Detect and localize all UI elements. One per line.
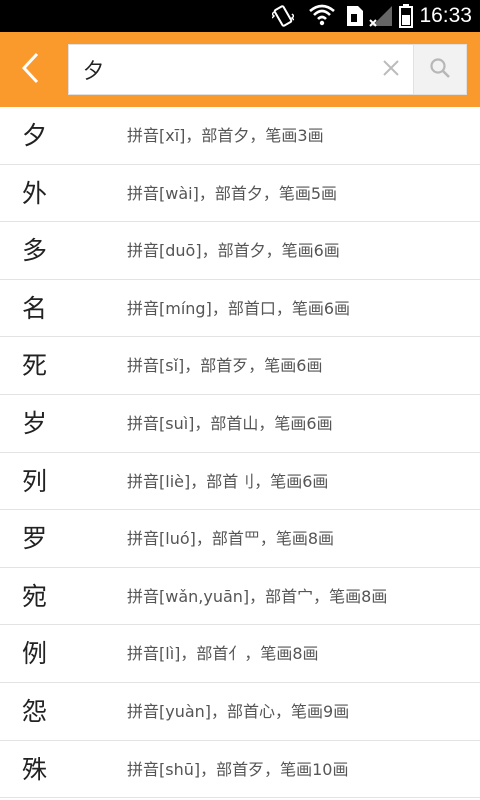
- list-item-desc: 拼音[liè]，部首刂，笔画6画: [127, 471, 329, 491]
- wifi-icon: [309, 4, 335, 30]
- list-item-char: 殊: [22, 754, 48, 784]
- search-box: [68, 44, 467, 95]
- list-item-char: 名: [22, 293, 48, 323]
- sim-card-icon: [345, 4, 365, 32]
- list-item-desc: 拼音[shū]，部首歹，笔画10画: [127, 759, 349, 779]
- list-item-desc: 拼音[yuàn]，部首心，笔画9画: [127, 701, 350, 721]
- list-item-char: 岁: [22, 408, 48, 438]
- list-item[interactable]: 岁 拼音[suì]，部首山，笔画6画: [0, 395, 480, 453]
- list-item-char: 列: [22, 466, 48, 496]
- list-item[interactable]: 怨 拼音[yuàn]，部首心，笔画9画: [0, 683, 480, 741]
- list-item[interactable]: 名 拼音[míng]，部首口，笔画6画: [0, 280, 480, 338]
- list-item-desc: 拼音[wài]，部首夕，笔画5画: [127, 183, 338, 203]
- list-item[interactable]: 多 拼音[duō]，部首夕，笔画6画: [0, 222, 480, 280]
- status-bar: 16:33: [0, 0, 480, 32]
- list-item-char: 夕: [22, 121, 48, 150]
- list-item-char: 怨: [22, 696, 48, 726]
- list-item-desc: 拼音[duō]，部首夕，笔画6画: [127, 241, 340, 261]
- battery-icon: [399, 4, 413, 32]
- list-item[interactable]: 例 拼音[lì]，部首亻，笔画8画: [0, 625, 480, 683]
- search-input[interactable]: [69, 45, 369, 94]
- magnifier-icon: [429, 57, 451, 83]
- list-item-char: 宛: [22, 581, 48, 611]
- result-list: 夕 拼音[xī]，部首夕，笔画3画 外 拼音[wài]，部首夕，笔画5画 多 拼…: [0, 107, 480, 800]
- list-item-desc: 拼音[lì]，部首亻，笔画8画: [127, 644, 319, 664]
- list-item-desc: 拼音[luó]，部首罒，笔画8画: [127, 529, 335, 549]
- list-item[interactable]: 殊 拼音[shū]，部首歹，笔画10画: [0, 741, 480, 799]
- list-item[interactable]: 夕 拼音[xī]，部首夕，笔画3画: [0, 107, 480, 165]
- list-item[interactable]: 死 拼音[sǐ]，部首歹，笔画6画: [0, 337, 480, 395]
- close-icon: [382, 59, 400, 81]
- clock: 16:33: [419, 4, 472, 27]
- list-item-desc: 拼音[wǎn,yuān]，部首宀，笔画8画: [127, 586, 388, 606]
- signal-icon: [368, 4, 394, 32]
- list-item-desc: 拼音[sǐ]，部首歹，笔画6画: [127, 356, 323, 376]
- list-item[interactable]: 列 拼音[liè]，部首刂，笔画6画: [0, 453, 480, 511]
- list-item[interactable]: 罗 拼音[luó]，部首罒，笔画8画: [0, 510, 480, 568]
- list-item-char: 多: [22, 236, 48, 266]
- list-item-desc: 拼音[xī]，部首夕，笔画3画: [127, 126, 324, 145]
- list-item-char: 死: [22, 351, 48, 381]
- list-item-char: 例: [22, 639, 48, 669]
- search-header: [0, 32, 480, 107]
- chevron-left-icon: [19, 51, 41, 89]
- list-item-desc: 拼音[míng]，部首口，笔画6画: [127, 298, 350, 318]
- vibrate-icon: [270, 4, 296, 32]
- back-button[interactable]: [0, 32, 60, 107]
- list-item[interactable]: 宛 拼音[wǎn,yuān]，部首宀，笔画8画: [0, 568, 480, 626]
- search-button[interactable]: [413, 45, 466, 94]
- clear-button[interactable]: [369, 45, 413, 94]
- list-item-desc: 拼音[suì]，部首山，笔画6画: [127, 413, 333, 433]
- list-item-char: 外: [22, 178, 48, 208]
- list-item-char: 罗: [22, 524, 48, 554]
- list-item[interactable]: 外 拼音[wài]，部首夕，笔画5画: [0, 165, 480, 223]
